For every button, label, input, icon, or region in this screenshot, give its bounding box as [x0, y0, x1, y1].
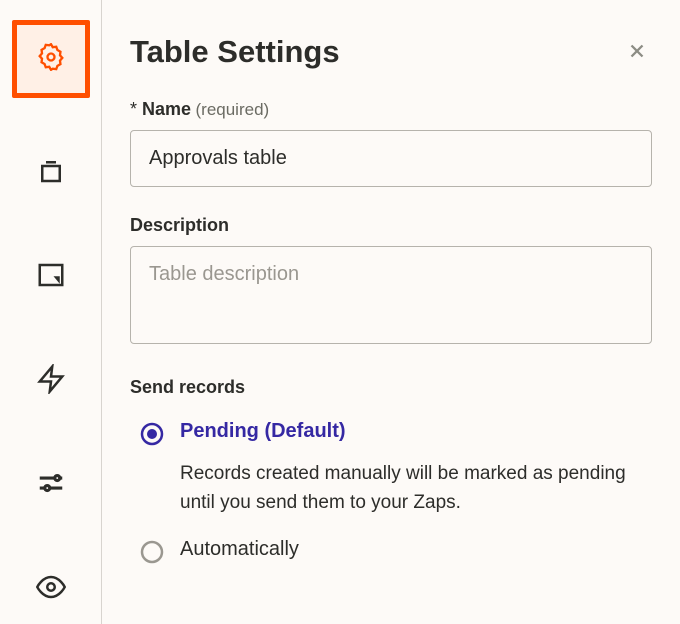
send-records-heading: Send records [130, 377, 652, 398]
close-button[interactable] [622, 36, 652, 71]
radio-automatically-label: Automatically [180, 538, 652, 561]
sidebar-item-views[interactable] [22, 560, 80, 618]
description-label: Description [130, 215, 229, 235]
required-indicator: * [130, 99, 142, 119]
name-label-row: * Name (required) [130, 99, 652, 120]
radio-option-automatically[interactable]: Automatically [140, 538, 652, 569]
send-records-radio-group: Pending (Default) Records created manual… [130, 420, 652, 569]
name-hint: (required) [196, 100, 270, 119]
sidebar-item-layers[interactable] [22, 144, 80, 202]
description-label-row: Description [130, 215, 652, 236]
bolt-icon [36, 364, 66, 399]
radio-option-pending[interactable]: Pending (Default) Records created manual… [140, 420, 652, 518]
close-icon [626, 49, 648, 66]
radio-unselected-icon [140, 540, 164, 569]
radio-pending-description: Records created manually will be marked … [180, 459, 652, 518]
settings-panel: Table Settings * Name (required) Descrip… [102, 0, 680, 624]
sidebar-item-zap[interactable] [22, 352, 80, 410]
page-title: Table Settings [130, 34, 340, 70]
layers-icon [36, 156, 66, 191]
sidebar-item-script[interactable] [22, 248, 80, 306]
sidebar [0, 0, 102, 624]
sidebar-item-sliders[interactable] [22, 456, 80, 514]
description-textarea[interactable] [130, 246, 652, 344]
gear-icon [37, 43, 65, 76]
name-label: Name [142, 99, 191, 119]
name-input[interactable] [130, 130, 652, 187]
sliders-icon [36, 468, 66, 503]
radio-selected-icon [140, 422, 164, 451]
sidebar-item-settings[interactable] [12, 20, 90, 98]
radio-pending-label: Pending (Default) [180, 420, 652, 443]
terminal-icon [36, 260, 66, 295]
eye-icon [36, 572, 66, 607]
